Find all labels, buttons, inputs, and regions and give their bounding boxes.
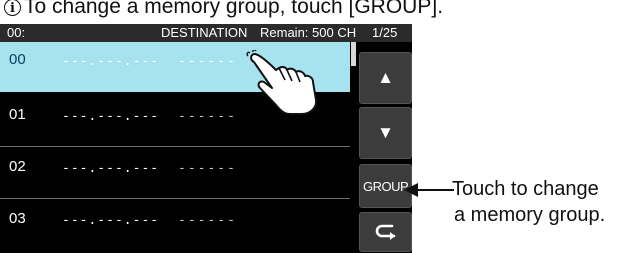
- instruction-text: To change a memory group, touch [GROUP].: [24, 0, 444, 18]
- channel-name: ------: [178, 54, 237, 69]
- channel-number: 03: [9, 210, 26, 227]
- channel-number: 01: [9, 106, 26, 123]
- remaining-channels: Remain: 500 CH: [260, 25, 357, 40]
- channel-frequency: ---.---.---: [62, 54, 160, 69]
- down-arrow-icon: ▼: [377, 123, 394, 142]
- channel-name: ------: [178, 161, 237, 176]
- return-arrow-icon: [375, 224, 395, 240]
- instruction-caption: i To change a memory group, touch [GROUP…: [4, 0, 443, 21]
- current-channel: 00:: [7, 25, 26, 40]
- channel-frequency: ---.---.---: [62, 213, 160, 228]
- channel-number: 00: [9, 51, 26, 68]
- group-button-label: GROUP: [363, 178, 409, 194]
- channel-name: ------: [178, 213, 237, 228]
- status-bar: 00: DESTINATION Remain: 500 CH 1/25: [0, 24, 412, 42]
- channel-frequency: ---.---.---: [62, 161, 160, 176]
- list-scrollbar[interactable]: [351, 42, 356, 253]
- group-callout: Touch to change a memory group.: [452, 176, 605, 228]
- touch-hand-icon: [246, 50, 318, 115]
- back-button[interactable]: [359, 212, 412, 252]
- up-arrow-icon: ▲: [377, 68, 394, 87]
- scroll-up-button[interactable]: ▲: [359, 52, 412, 104]
- scrollbar-thumb[interactable]: [351, 42, 356, 66]
- screen-title: DESTINATION: [161, 25, 248, 40]
- channel-row-02[interactable]: 02 ---.---.--- ------: [0, 149, 350, 199]
- callout-line-1: Touch to change: [452, 178, 599, 200]
- radio-screen: 00: DESTINATION Remain: 500 CH 1/25 00 -…: [0, 24, 412, 253]
- channel-frequency: ---.---.---: [62, 109, 160, 124]
- info-icon: i: [4, 0, 21, 16]
- channel-number: 02: [9, 158, 26, 175]
- page-indicator: 1/25: [372, 25, 398, 40]
- scroll-down-button[interactable]: ▼: [359, 107, 412, 159]
- channel-name: ------: [178, 109, 237, 124]
- callout-arrow-icon: [404, 183, 454, 197]
- channel-row-03[interactable]: 03 ---.---.--- ------: [0, 201, 350, 251]
- callout-line-2: a memory group.: [454, 204, 606, 226]
